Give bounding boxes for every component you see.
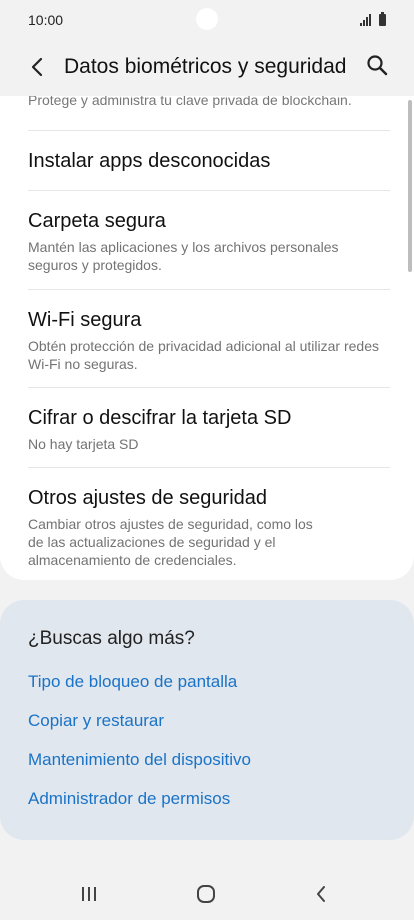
setting-install-unknown-apps[interactable]: Instalar apps desconocidas [28, 148, 390, 174]
setting-encrypt-sd[interactable]: Cifrar o descifrar la tarjeta SD No hay … [28, 405, 390, 453]
navigation-bar [0, 866, 414, 920]
setting-subtitle: No hay tarjeta SD [28, 436, 139, 452]
setting-title: Cifrar o descifrar la tarjeta SD [28, 407, 292, 429]
page-title: Datos biométricos y seguridad [64, 55, 347, 78]
chevron-left-icon [31, 57, 43, 77]
setting-title: Carpeta segura [28, 210, 166, 232]
link-device-care[interactable]: Mantenimiento del dispositivo [28, 750, 251, 770]
setting-subtitle: Cambiar otros ajustes de seguridad, como… [28, 516, 313, 568]
front-camera [196, 8, 218, 30]
divider [28, 387, 390, 388]
back-button[interactable] [22, 52, 52, 82]
setting-subtitle: Mantén las aplicaciones y los archivos p… [28, 239, 339, 273]
search-button[interactable] [362, 50, 392, 80]
scrollbar[interactable] [408, 100, 412, 272]
divider [28, 467, 390, 468]
divider [28, 130, 390, 131]
setting-title: Otros ajustes de seguridad [28, 487, 268, 509]
status-time: 10:00 [28, 12, 64, 28]
suggestions-card: ¿Buscas algo más? Tipo de bloqueo de pan… [0, 600, 414, 840]
suggestions-title: ¿Buscas algo más? [28, 628, 195, 649]
setting-title: Wi-Fi segura [28, 309, 142, 331]
setting-title: Instalar apps desconocidas [28, 150, 271, 172]
link-backup-restore[interactable]: Copiar y restaurar [28, 711, 164, 731]
battery-icon [379, 12, 386, 26]
setting-subtitle: Obtén protección de privacidad adicional… [28, 338, 379, 372]
setting-secure-wifi[interactable]: Wi-Fi segura Obtén protección de privaci… [28, 307, 390, 373]
divider [28, 190, 390, 191]
recents-button[interactable] [74, 880, 104, 908]
back-icon [317, 886, 325, 902]
app-header: Datos biométricos y seguridad [0, 40, 414, 96]
link-permission-manager[interactable]: Administrador de permisos [28, 789, 230, 809]
setting-secure-folder[interactable]: Carpeta segura Mantén las aplicaciones y… [28, 208, 390, 274]
recents-icon [82, 887, 96, 901]
signal-icon [360, 14, 371, 26]
link-screen-lock-type[interactable]: Tipo de bloqueo de pantalla [28, 672, 237, 692]
back-nav-button[interactable] [306, 880, 336, 908]
settings-card: Protege y administra tu clave privada de… [0, 96, 414, 580]
search-icon [367, 55, 388, 76]
status-icons [360, 12, 386, 26]
setting-other-security[interactable]: Otros ajustes de seguridad Cambiar otros… [28, 485, 324, 569]
cut-off-item-subtitle: Protege y administra tu clave privada de… [28, 96, 352, 108]
home-icon [197, 885, 215, 903]
home-button[interactable] [191, 880, 221, 908]
divider [28, 289, 390, 290]
